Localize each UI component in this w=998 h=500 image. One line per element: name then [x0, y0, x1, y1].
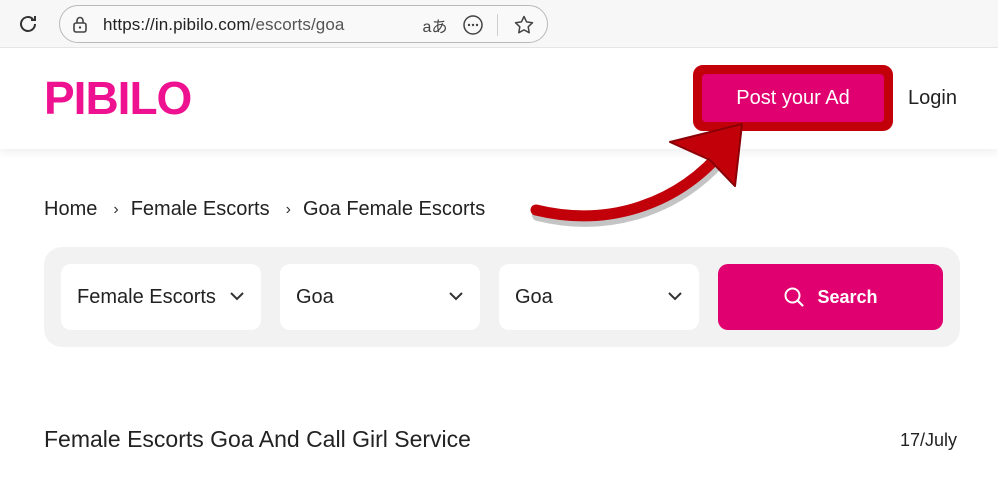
translate-icon[interactable]: aあ: [421, 13, 449, 37]
listing-title[interactable]: Female Escorts Goa And Call Girl Service: [44, 426, 471, 453]
search-icon: [784, 287, 805, 307]
breadcrumb-female-escorts[interactable]: Female Escorts: [131, 198, 270, 221]
site-header: PIBILO Post your Ad Login: [0, 49, 998, 149]
chevron-down-icon: [668, 292, 682, 301]
chevron-down-icon: [230, 292, 244, 301]
breadcrumb-home[interactable]: Home: [44, 198, 97, 221]
post-ad-button[interactable]: Post your Ad: [702, 74, 884, 122]
url-path: /escorts/goa: [250, 15, 345, 34]
category-value: Female Escorts: [77, 286, 216, 308]
reload-icon[interactable]: [14, 10, 42, 38]
browser-toolbar: https://in.pibilo.com/escorts/goa aあ: [0, 0, 998, 48]
breadcrumb-separator: ›: [285, 200, 291, 218]
breadcrumb-current: Goa Female Escorts: [302, 198, 486, 220]
post-ad-highlight: Post your Ad: [693, 65, 893, 131]
city-value: Goa: [515, 286, 553, 308]
breadcrumb-separator: ›: [113, 200, 119, 218]
address-divider: [497, 14, 498, 36]
star-icon[interactable]: [511, 13, 537, 37]
lock-icon[interactable]: [70, 14, 90, 34]
state-select[interactable]: Goa: [280, 264, 480, 330]
listing-date: 17/July: [900, 430, 958, 450]
url-text[interactable]: https://in.pibilo.com/escorts/goa: [103, 15, 344, 35]
search-button[interactable]: Search: [718, 264, 943, 330]
search-button-label: Search: [817, 286, 878, 307]
search-panel: Female Escorts Goa Goa Search: [44, 247, 960, 347]
city-select[interactable]: Goa: [499, 264, 699, 330]
logo[interactable]: PIBILO: [44, 71, 192, 125]
url-host: https://in.pibilo.com: [103, 15, 251, 34]
category-select[interactable]: Female Escorts: [61, 264, 261, 330]
login-link[interactable]: Login: [908, 87, 957, 110]
more-icon[interactable]: [460, 13, 486, 37]
address-bar[interactable]: https://in.pibilo.com/escorts/goa aあ: [59, 5, 548, 43]
chevron-down-icon: [449, 292, 463, 301]
breadcrumb: Home › Female Escorts › Goa Female Escor…: [44, 198, 485, 221]
state-value: Goa: [296, 286, 334, 308]
